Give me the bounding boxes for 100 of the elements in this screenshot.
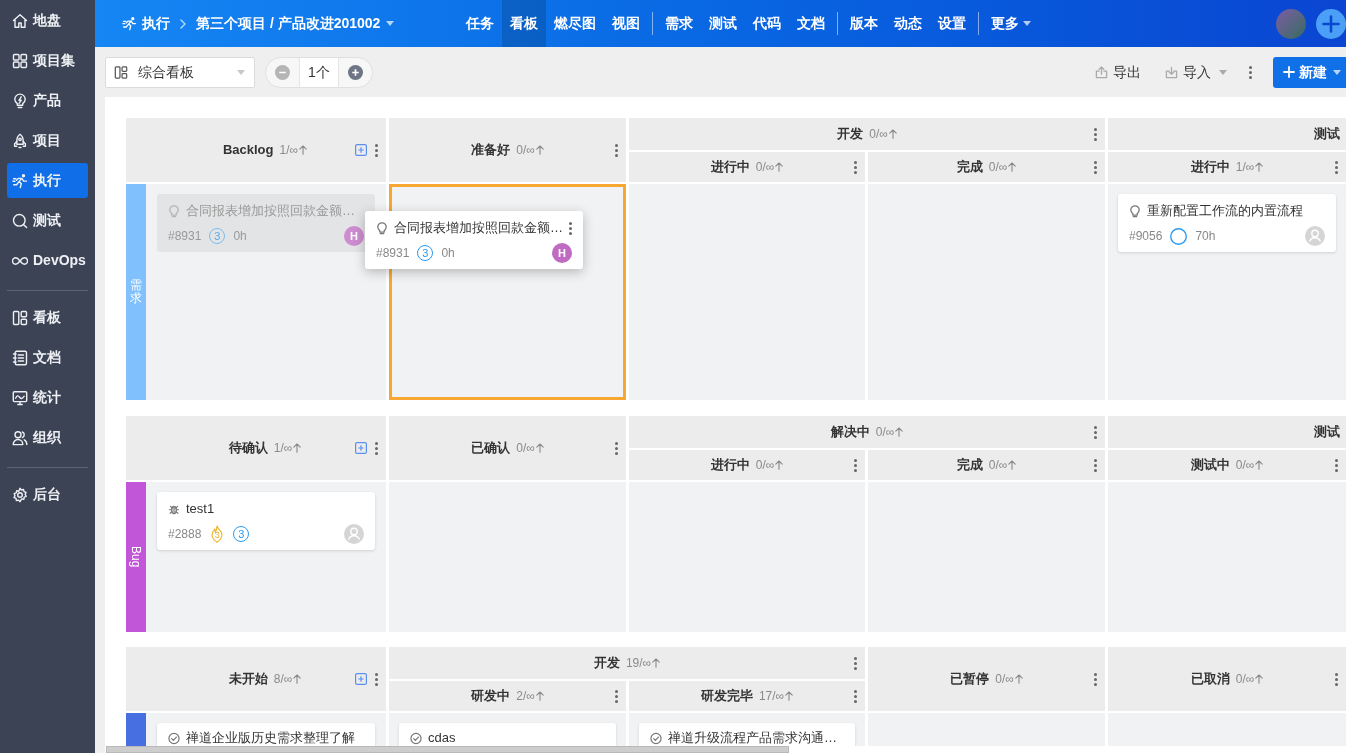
nav-tab[interactable]: 视图 <box>604 0 648 47</box>
export-button[interactable]: 导出 <box>1095 61 1141 83</box>
more-icon[interactable] <box>1249 65 1252 79</box>
column-title: 研发完毕 <box>700 687 753 706</box>
more-icon[interactable] <box>569 221 572 235</box>
task-card[interactable]: cdas <box>399 723 616 746</box>
nav-tab[interactable]: 测试 <box>701 0 745 47</box>
column-title: 进行中 <box>710 158 750 177</box>
column-title: Backlog <box>222 141 274 160</box>
nav-tab[interactable]: 代码 <box>745 0 789 47</box>
column-count: 8/∞ <box>273 671 293 688</box>
more-icon[interactable] <box>854 160 857 174</box>
running-person-icon <box>12 172 28 189</box>
column-count: 0/∞ <box>869 126 888 143</box>
scrollbar-thumb[interactable] <box>106 746 789 753</box>
column-group-title: 测试 <box>1314 125 1340 144</box>
nav-tab[interactable]: 燃尽图 <box>546 0 604 47</box>
sidebar-item[interactable]: 统计 <box>7 380 88 415</box>
more-icon[interactable] <box>375 672 378 686</box>
check-circle-icon <box>650 731 662 745</box>
plus-icon[interactable] <box>347 64 363 80</box>
more-icon[interactable] <box>1335 672 1338 686</box>
more-icon[interactable] <box>854 656 857 670</box>
sidebar-item[interactable]: 产品 <box>7 83 88 118</box>
column-count: 0/∞ <box>995 671 1014 688</box>
column-title: 准备好 <box>471 141 511 160</box>
column-count: 2/∞ <box>516 688 535 705</box>
more-icon[interactable] <box>1094 672 1097 686</box>
arrow-up-icon <box>1255 460 1264 470</box>
card-id: #9056 <box>1129 228 1163 245</box>
nav-tab[interactable]: 设置 <box>930 0 974 47</box>
column-count: 1/∞ <box>273 440 293 457</box>
arrow-up-icon <box>293 674 302 684</box>
nav-tab[interactable]: 版本 <box>842 0 886 47</box>
add-icon[interactable] <box>1316 8 1346 39</box>
check-circle-icon <box>168 731 180 745</box>
add-icon[interactable] <box>355 442 367 454</box>
more-icon[interactable] <box>1094 127 1097 141</box>
arrow-up-icon <box>785 691 794 701</box>
column-title: 进行中 <box>710 456 750 475</box>
more-icon[interactable] <box>375 441 378 455</box>
more-icon[interactable] <box>375 143 378 157</box>
more-icon[interactable] <box>615 441 618 455</box>
sidebar-item[interactable]: 组织 <box>7 420 88 455</box>
sidebar-item[interactable]: 后台 <box>7 477 88 512</box>
column-title: 测试中 <box>1190 456 1230 475</box>
sidebar-item[interactable]: 看板 <box>7 300 88 335</box>
more-icon[interactable] <box>615 689 618 703</box>
board-select[interactable]: 综合看板 <box>105 56 255 88</box>
import-button[interactable]: 导入 <box>1165 61 1227 83</box>
more-icon[interactable] <box>1335 458 1338 472</box>
arrow-up-icon <box>535 691 544 701</box>
arrow-up-icon <box>1008 162 1017 172</box>
column-count: 19/∞ <box>625 655 652 672</box>
task-card[interactable]: 禅道企业版历史需求整理了解 <box>157 723 375 746</box>
sidebar-item[interactable]: 项目集 <box>7 43 88 78</box>
breadcrumb-link[interactable]: 第三个项目 / 产品改进201002 <box>196 13 395 34</box>
nav-tab[interactable]: 动态 <box>886 0 930 47</box>
arrow-up-icon <box>775 162 784 172</box>
download-icon <box>1165 65 1178 79</box>
add-icon[interactable] <box>355 673 367 685</box>
nav-tab[interactable]: 文档 <box>789 0 833 47</box>
nav-tab[interactable]: 看板 <box>502 0 546 47</box>
sidebar-item[interactable]: 执行 <box>7 163 88 198</box>
plus-icon <box>1283 66 1295 78</box>
sidebar-item[interactable]: 地盘 <box>7 3 88 38</box>
story-card[interactable]: 合同报表增加按照回款金额… #8931 3 0h H <box>365 211 583 269</box>
sidebar-item[interactable]: 文档 <box>7 340 88 375</box>
column-count: 1/∞ <box>1235 159 1255 176</box>
breadcrumb-link[interactable]: 执行 <box>122 13 170 34</box>
nav-tab[interactable]: 需求 <box>657 0 701 47</box>
nav-tab[interactable]: 任务 <box>458 0 502 47</box>
nav-tab[interactable]: 更多 <box>983 0 1039 47</box>
stepper-value[interactable]: 1个 <box>299 57 339 87</box>
more-icon[interactable] <box>854 458 857 472</box>
lightbulb-icon <box>12 92 28 109</box>
more-icon[interactable] <box>1094 160 1097 174</box>
card-id: #2888 <box>168 526 202 543</box>
more-icon[interactable] <box>1094 458 1097 472</box>
column-count: 17/∞ <box>758 688 785 705</box>
column-title: 待确认 <box>228 439 268 458</box>
more-icon[interactable] <box>615 143 618 157</box>
more-icon[interactable] <box>854 689 857 703</box>
arrow-up-icon <box>299 145 308 155</box>
story-card[interactable]: 重新配置工作流的内置流程 #9056 70h <box>1118 194 1336 252</box>
sidebar-item[interactable]: 项目 <box>7 123 88 158</box>
card-title: 禅道升级流程产品需求沟通… <box>668 729 837 746</box>
task-card[interactable]: 禅道升级流程产品需求沟通… <box>639 723 855 746</box>
arrow-up-icon <box>775 460 784 470</box>
more-icon[interactable] <box>1094 425 1097 439</box>
column-group-title: 解决中 <box>830 423 870 442</box>
new-button[interactable]: 新建 <box>1273 56 1346 88</box>
bug-card[interactable]: test1 #2888 3 3 <box>157 492 375 550</box>
more-icon[interactable] <box>1335 160 1338 174</box>
arrow-up-icon <box>895 427 904 437</box>
sidebar-item[interactable]: 测试 <box>7 203 88 238</box>
check-circle-icon <box>410 731 422 745</box>
sidebar-item[interactable]: DevOps <box>7 243 88 278</box>
add-icon[interactable] <box>355 144 367 156</box>
lightbulb-icon <box>376 221 388 235</box>
